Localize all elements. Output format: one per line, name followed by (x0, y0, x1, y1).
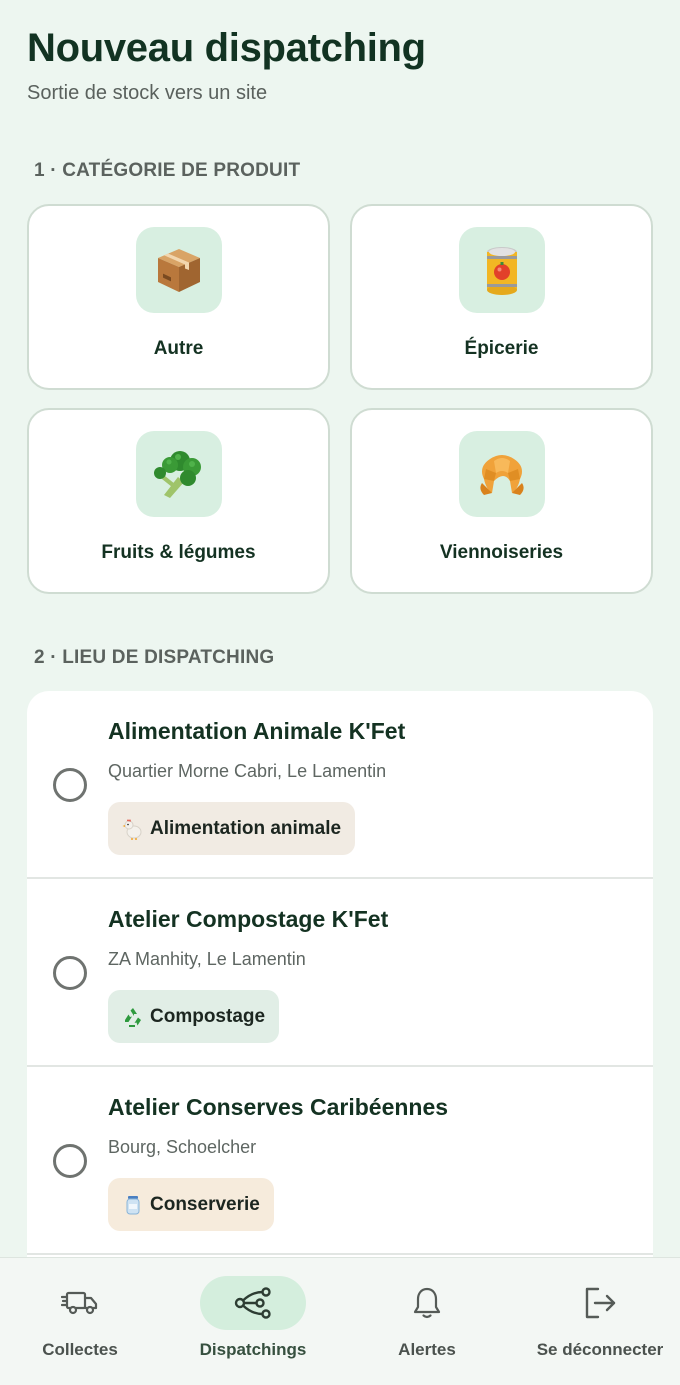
logout-icon (585, 1287, 616, 1319)
jar-icon (126, 1195, 140, 1214)
site-address: Quartier Morne Cabri, Le Lamentin (108, 761, 387, 781)
radio-button[interactable] (53, 1144, 87, 1178)
category-label: Viennoiseries (439, 542, 564, 563)
site-type-badge: Compostage (108, 990, 280, 1043)
badge-label: Conserverie (150, 1193, 260, 1215)
category-card-fruits-legumes[interactable]: Fruits & légumes (27, 408, 330, 594)
page-title: Nouveau dispatching (27, 26, 426, 70)
nav-item-se-deconnecter[interactable]: Se déconnecter (525, 1276, 675, 1360)
category-label: Autre (153, 338, 204, 359)
bottom-navigation: Collectes Dispatchings Alertes Se déconn… (0, 1258, 680, 1385)
site-name: Alimentation Animale K'Fet (108, 718, 406, 744)
site-type-badge: Alimentation animale (108, 802, 356, 855)
package-icon (135, 227, 222, 313)
category-label: Épicerie (464, 338, 539, 359)
truck-icon (61, 1291, 98, 1315)
category-label: Fruits & légumes (101, 542, 256, 563)
nav-label: Collectes (42, 1340, 118, 1359)
page-header: Nouveau dispatching Sortie de stock vers… (27, 24, 426, 105)
radio-button[interactable] (53, 768, 87, 802)
nav-label: Dispatchings (199, 1340, 307, 1359)
chicken-icon (122, 818, 142, 840)
nav-item-alertes[interactable]: Alertes (352, 1276, 502, 1360)
croissant-icon (458, 431, 545, 517)
badge-label: Compostage (150, 1005, 266, 1027)
nav-label: Alertes (398, 1340, 456, 1359)
site-address: Bourg, Schoelcher (108, 1137, 257, 1157)
category-section-heading: 1 · CATÉGORIE DE PRODUIT (34, 160, 301, 181)
site-section-heading: 2 · LIEU DE DISPATCHING (34, 647, 275, 668)
radio-button[interactable] (53, 956, 87, 990)
category-card-epicerie[interactable]: Épicerie (350, 204, 653, 390)
site-name: Atelier Conserves Caribéennes (108, 1094, 449, 1120)
canned-food-icon (458, 227, 545, 313)
category-card-autre[interactable]: Autre (27, 204, 330, 390)
share-nodes-icon (234, 1287, 271, 1319)
nav-item-collectes[interactable]: Collectes (5, 1276, 155, 1360)
site-name: Atelier Compostage K'Fet (108, 906, 389, 932)
site-address: ZA Manhity, Le Lamentin (108, 949, 306, 969)
site-option[interactable]: Atelier Compostage K'Fet ZA Manhity, Le … (27, 879, 653, 1067)
site-option[interactable]: Alimentation Animale K'Fet Quartier Morn… (27, 691, 653, 879)
recycle-icon (125, 1007, 141, 1027)
site-type-badge: Conserverie (108, 1178, 274, 1231)
nav-label: Se déconnecter (536, 1340, 664, 1359)
page-subtitle: Sortie de stock vers un site (27, 82, 268, 104)
site-list: Alimentation Animale K'Fet Quartier Morn… (27, 691, 653, 1258)
category-grid: Autre Épicerie Fruits & légumes Viennois… (27, 204, 653, 594)
site-option[interactable]: Atelier Conserves Caribéennes Bourg, Sch… (27, 1067, 653, 1255)
broccoli-icon (135, 431, 222, 517)
bell-icon (413, 1287, 441, 1319)
nav-item-dispatchings[interactable]: Dispatchings (178, 1276, 328, 1360)
category-card-viennoiseries[interactable]: Viennoiseries (350, 408, 653, 594)
badge-label: Alimentation animale (150, 817, 342, 839)
